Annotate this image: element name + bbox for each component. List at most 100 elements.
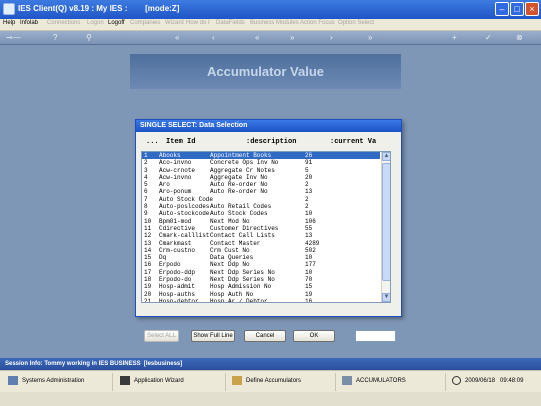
select-all-button[interactable]: Select ALL (144, 330, 179, 342)
vertical-scrollbar[interactable]: ▲ ▼ (381, 152, 390, 302)
list-item[interactable]: 5 Aro Auto Re-order No 2 (142, 181, 380, 188)
header-dots: ... (146, 138, 159, 146)
list-item[interactable]: 11 Cdirective Customer Directives 55 (142, 225, 380, 232)
forward-icon[interactable]: » (290, 33, 294, 43)
row-value: 10 (305, 210, 313, 218)
help-icon[interactable]: ? (53, 33, 57, 43)
row-item-id: Acw-crnote (159, 166, 196, 174)
list-item[interactable]: 4 Acw-invno Aggregate Inv No 20 (142, 174, 380, 181)
add-icon[interactable]: + (452, 33, 457, 43)
list-item[interactable]: 13 Cmarkmast Contact Master 4289 (142, 240, 380, 247)
check-icon[interactable]: ✓ (485, 33, 492, 43)
menu-bar: Help Infolab Connections Logon Logoff Co… (0, 19, 541, 31)
first-icon[interactable]: « (175, 33, 179, 43)
wizard-icon (120, 376, 130, 385)
row-number: 3 (144, 166, 148, 174)
menu-item[interactable]: Option Select (338, 20, 374, 26)
list-item[interactable]: 2 Aco-invno Concrete Ops Inv No 91 (142, 159, 380, 166)
list-item[interactable]: 10 Bpm01-mod Next Mod No 106 (142, 218, 380, 225)
window-bottom (0, 392, 541, 406)
list-item[interactable]: 6 Aro-ponum Auto Re-order No 13 (142, 188, 380, 195)
menu-item[interactable]: Connections (47, 20, 80, 26)
data-list[interactable]: 1 Abooks Appointment Books 26 2 Aco-invno Conc… (141, 151, 391, 303)
menu-item[interactable]: Infolab (20, 20, 38, 26)
maximize-button[interactable]: □ (510, 2, 524, 16)
list-item[interactable]: 8 Auto-poslcodes Auto Retail Codes 2 (142, 203, 380, 210)
menu-item[interactable]: Companies (130, 20, 160, 26)
list-item[interactable]: 16 Erpodo Next Ddp No 177 (142, 261, 380, 268)
close-button[interactable]: × (525, 2, 539, 16)
row-description: Next Ddp No (210, 261, 250, 269)
row-description: Contact Master (210, 239, 261, 247)
menu-item[interactable]: How do I (186, 20, 210, 26)
row-number: 7 (144, 195, 148, 203)
menu-item[interactable]: Wizard (165, 20, 184, 26)
value-field[interactable] (355, 330, 396, 342)
menu-item[interactable]: DataFields (216, 20, 245, 26)
row-item-id: Auto-stockcode (159, 210, 210, 218)
ok-button[interactable]: OK (293, 330, 335, 342)
row-description: Hosp Ar / Debtor (210, 297, 268, 303)
row-item-id: Aco-invno (159, 159, 192, 167)
header-current-value: :current Va (330, 138, 377, 146)
row-item-id: Cmarkmast (159, 239, 192, 247)
list-item[interactable]: 17 Erpodo-ddp Next Ddp Series No 10 (142, 269, 380, 276)
list-item[interactable]: 3 Acw-crnote Aggregate Cr Notes 5 (142, 167, 380, 174)
search-icon[interactable]: ⚲ (86, 33, 92, 43)
clock-icon (452, 376, 461, 385)
window-title: IES Client(Q) v8.19 : My IES : [mode:Z] (18, 4, 180, 13)
list-item[interactable]: 1 Abooks Appointment Books 26 (142, 152, 380, 160)
list-item[interactable]: 7 Auto Stock Code 2 (142, 196, 380, 203)
list-item[interactable]: 15 Dq Data Queries 10 (142, 254, 380, 261)
list-item[interactable]: 21 Hosp-debtor Hosp Ar / Debtor 16 (142, 297, 380, 303)
list-item[interactable]: 12 Cmark-calllist Contact Call Lists 13 (142, 232, 380, 239)
status-item-wizard[interactable]: Application Wizard (120, 376, 184, 386)
menu-item[interactable]: Action Focus (300, 20, 335, 26)
scroll-thumb[interactable] (382, 163, 390, 281)
cancel-button[interactable]: Cancel (244, 330, 286, 342)
row-item-id: Acw-invno (159, 173, 192, 181)
status-item-define[interactable]: Define Accumulators (232, 376, 301, 386)
menu-item[interactable]: Logon (87, 20, 104, 26)
row-number: 5 (144, 181, 148, 189)
row-item-id: Aro-ponum (159, 188, 192, 196)
row-number: 2 (144, 159, 148, 167)
back-icon[interactable]: « (255, 33, 259, 43)
dialog-title: SINGLE SELECT: Data Selection (136, 120, 401, 132)
menu-item[interactable]: Business Modules (250, 20, 299, 26)
last-icon[interactable]: » (368, 33, 372, 43)
row-description: Contact Call Lists (210, 232, 275, 240)
list-item[interactable]: 19 Hosp-admit Hosp Admission No 15 (142, 283, 380, 290)
next-icon[interactable]: › (330, 33, 333, 43)
row-value: 20 (305, 173, 313, 181)
minimize-button[interactable]: – (495, 2, 509, 16)
list-item[interactable]: 18 Erpodo-do Next Ddp Series No 70 (142, 276, 380, 283)
define-icon (232, 376, 242, 385)
previous-icon[interactable]: ‹ (212, 33, 215, 43)
row-description: Aggregate Cr Notes (210, 166, 275, 174)
row-number: 12 (144, 232, 152, 240)
menu-item[interactable]: Logoff (108, 20, 125, 26)
row-description: Auto Re-order No (210, 188, 268, 196)
row-number: 10 (144, 217, 152, 225)
scroll-up-icon[interactable]: ▲ (382, 152, 390, 161)
row-value: 10 (305, 254, 313, 262)
list-item[interactable]: 20 Hosp-auths Hosp Auth No 19 (142, 291, 380, 298)
status-item-accumulators[interactable]: ACCUMULATORS (342, 376, 406, 386)
list-item[interactable]: 9 Auto-stockcode Auto Stock Codes 10 (142, 210, 380, 217)
cancel-icon[interactable]: ⊗ (516, 33, 523, 43)
row-value: 70 (305, 276, 313, 284)
row-item-id: Cmark-calllist (159, 232, 210, 240)
row-number: 9 (144, 210, 148, 218)
scroll-down-icon[interactable]: ▼ (382, 293, 390, 302)
column-header: ... Item Id :description :current Va (138, 133, 399, 152)
row-value: 15 (305, 283, 313, 291)
show-full-line-button[interactable]: Show Full Line (191, 330, 235, 342)
row-item-id: Erpodo-do (159, 276, 192, 284)
status-item-sysadmin[interactable]: Systems Administration (8, 376, 84, 386)
status-time: 09:48:09 (500, 378, 524, 385)
menu-item[interactable]: Help (3, 20, 15, 26)
key-icon[interactable]: ⊸— (6, 33, 21, 43)
row-number: 15 (144, 254, 152, 262)
list-item[interactable]: 14 Crm-custno Crm Cust No 502 (142, 247, 380, 254)
